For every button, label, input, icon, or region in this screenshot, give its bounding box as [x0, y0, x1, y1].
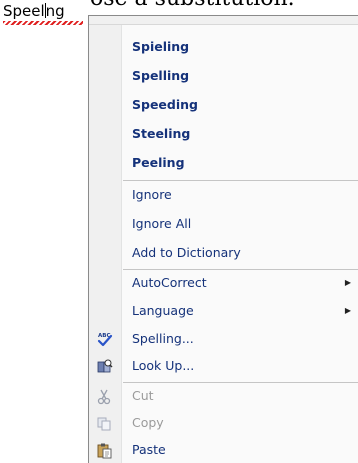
menu-item-spelling[interactable]: ABC Spelling...	[89, 326, 358, 352]
word-after-caret: ng	[45, 2, 65, 20]
suggestion-spieling[interactable]: Spieling	[89, 34, 358, 60]
suggestion-speeding[interactable]: Speeding	[89, 92, 358, 118]
misspelled-word[interactable]: Speelng	[3, 2, 65, 20]
research-book-icon	[97, 359, 113, 373]
menu-item-label: Paste	[132, 442, 166, 457]
menu-item-label: Cut	[132, 388, 154, 403]
menu-top-strip	[89, 16, 358, 25]
menu-item-cut[interactable]: Cut	[89, 383, 358, 409]
menu-item-label: Copy	[132, 415, 164, 430]
submenu-arrow-icon: ▶	[344, 278, 351, 287]
menu-item-label: Ignore	[132, 187, 172, 202]
suggestion-spelling[interactable]: Spelling	[89, 63, 358, 89]
spelling-error-squiggle	[3, 21, 83, 25]
suggestion-label: Peeling	[132, 155, 185, 170]
suggestion-peeling[interactable]: Peeling	[89, 150, 358, 176]
menu-item-label: Ignore All	[132, 216, 192, 231]
menu-item-look-up[interactable]: Look Up...	[89, 353, 358, 379]
suggestion-label: Speeding	[132, 97, 198, 112]
menu-item-label: Language	[132, 303, 194, 318]
copy-icon	[97, 417, 111, 431]
submenu-arrow-icon: ▶	[344, 306, 351, 315]
menu-item-language[interactable]: Language ▶	[89, 298, 358, 324]
spelling-context-menu: Spieling Spelling Speeding Steeling Peel…	[88, 15, 358, 463]
menu-item-add-to-dictionary[interactable]: Add to Dictionary	[89, 240, 358, 266]
menu-item-label: Spelling...	[132, 331, 194, 346]
scissors-icon	[97, 389, 111, 405]
word-before-caret: Speel	[3, 2, 45, 20]
menu-item-autocorrect[interactable]: AutoCorrect ▶	[89, 270, 358, 296]
menu-item-label: AutoCorrect	[132, 275, 207, 290]
word-document-page: ose a substitution. Speelng Spieling Spe…	[0, 0, 358, 463]
menu-item-ignore-all[interactable]: Ignore All	[89, 211, 358, 237]
suggestion-label: Spelling	[132, 68, 190, 83]
menu-separator	[123, 180, 358, 181]
clipboard-paste-icon	[97, 443, 112, 459]
menu-item-copy[interactable]: Copy	[89, 410, 358, 436]
suggestion-label: Spieling	[132, 39, 190, 54]
menu-item-label: Add to Dictionary	[132, 245, 241, 260]
menu-item-label: Look Up...	[132, 358, 195, 373]
suggestion-steeling[interactable]: Steeling	[89, 121, 358, 147]
menu-item-ignore[interactable]: Ignore	[89, 182, 358, 208]
document-heading-fragment: ose a substitution.	[90, 0, 295, 11]
abc-check-icon: ABC	[97, 333, 113, 347]
menu-item-paste[interactable]: Paste	[89, 437, 358, 463]
suggestion-label: Steeling	[132, 126, 191, 141]
